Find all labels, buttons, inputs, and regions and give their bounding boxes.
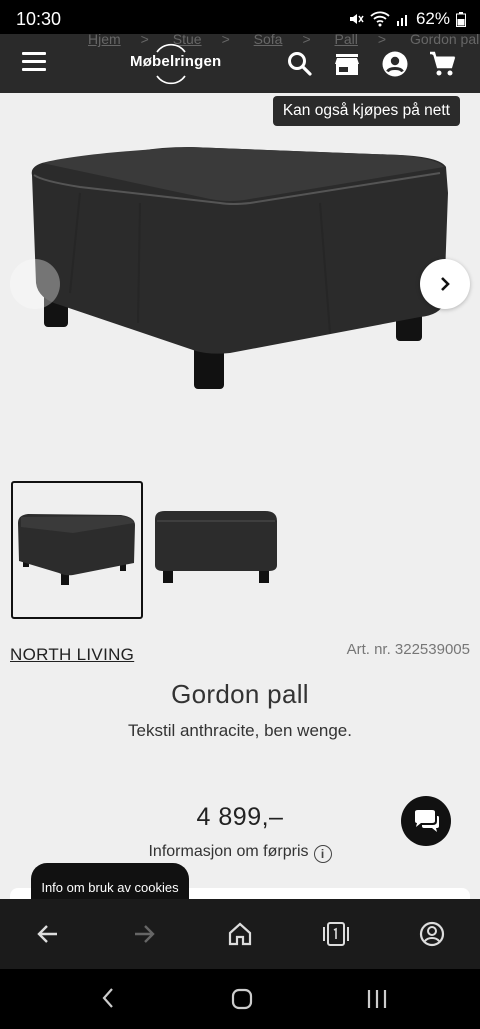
search-icon[interactable] xyxy=(286,50,314,78)
info-icon[interactable]: i xyxy=(313,845,332,863)
cart-icon[interactable] xyxy=(428,50,456,78)
brand-link[interactable]: NORTH LIVING xyxy=(10,645,134,665)
thumbnail-image xyxy=(155,511,277,583)
forward-icon[interactable] xyxy=(129,919,159,949)
battery-icon xyxy=(456,11,466,27)
system-back-icon[interactable] xyxy=(98,985,118,1011)
status-icons: 62% xyxy=(348,9,466,29)
wifi-icon xyxy=(370,11,390,27)
product-subtitle: Tekstil anthracite, ben wenge. xyxy=(128,721,352,740)
mute-icon xyxy=(349,14,364,24)
site-header: Hjem > Stue > Sofa > Pall > Gordon pall Møbe… xyxy=(0,34,480,93)
chat-button[interactable] xyxy=(401,796,451,846)
menu-icon[interactable] xyxy=(22,52,46,72)
breadcrumb-current: Gordon pall xyxy=(409,34,480,47)
status-bar: 10:30 62% xyxy=(0,0,480,34)
profile-icon[interactable] xyxy=(417,919,447,949)
signal-icon xyxy=(396,15,407,26)
breadcrumb: Hjem > Stue > Sofa > Pall > Gordon pall xyxy=(88,34,480,47)
breadcrumb-item[interactable]: Hjem xyxy=(88,34,121,47)
status-time: 10:30 xyxy=(16,9,62,29)
chevron-right-icon xyxy=(441,277,450,291)
article-number: Art. nr. 322539005 xyxy=(346,641,470,658)
breadcrumb-separator: > xyxy=(377,34,387,47)
thumbnail-image xyxy=(18,514,135,585)
system-nav-bar xyxy=(0,969,480,1029)
next-image-button[interactable] xyxy=(420,259,470,309)
system-home-icon[interactable] xyxy=(230,987,254,1011)
thumbnail-2[interactable] xyxy=(151,481,279,615)
browser-toolbar xyxy=(0,899,480,969)
breadcrumb-separator: > xyxy=(140,34,149,47)
online-badge: Kan også kjøpes på nett xyxy=(272,96,460,126)
chat-icon xyxy=(415,810,439,832)
breadcrumb-separator: > xyxy=(221,34,230,47)
price-info-label: Informasjon om førpris xyxy=(148,843,309,860)
breadcrumb-separator: > xyxy=(302,34,311,47)
tabs-icon[interactable] xyxy=(321,919,351,949)
site-logo[interactable]: Møbelringen xyxy=(130,53,221,70)
home-icon[interactable] xyxy=(225,919,255,949)
product-image[interactable] xyxy=(20,133,460,413)
battery-percent: 62% xyxy=(415,9,450,28)
product-page: Kan også kjøpes på nett NORTH LIVING Art… xyxy=(0,93,480,899)
breadcrumb-item[interactable]: Pall xyxy=(335,34,358,47)
product-title: Gordon pall xyxy=(171,679,309,709)
breadcrumb-item[interactable]: Sofa xyxy=(254,34,283,47)
cookie-banner[interactable]: Info om bruk av cookies xyxy=(31,863,189,899)
price-info[interactable]: Informasjon om førpris i xyxy=(0,843,480,863)
back-icon[interactable] xyxy=(33,919,63,949)
store-icon[interactable] xyxy=(333,50,361,78)
thumbnail-1[interactable] xyxy=(11,481,143,619)
account-icon[interactable] xyxy=(381,50,409,78)
previous-image-button[interactable] xyxy=(10,259,60,309)
system-recents-icon[interactable] xyxy=(364,987,390,1011)
